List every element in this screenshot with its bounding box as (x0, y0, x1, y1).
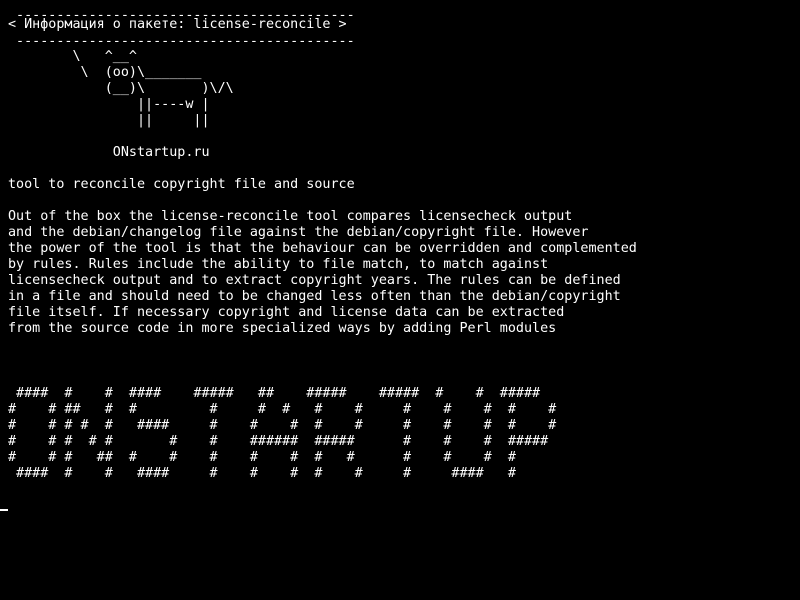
cow-art-line: \ (oo)\_______ (8, 65, 202, 80)
banner-art-line: # # # # # #### # # # # # # # # # # (8, 418, 557, 433)
cow-art-line: || || (8, 113, 210, 128)
banner-art-line: # # # ## # # # # # # # # # # # (8, 450, 516, 465)
cowsay-bubble-text: < Информация о пакете: license-reconcile… (8, 17, 347, 32)
description-line: the power of the tool is that the behavi… (8, 241, 637, 256)
banner-art-line: # # # # # # # ###### ##### # # # ##### (8, 434, 549, 449)
site-credit: ONstartup.ru (8, 145, 210, 160)
description-line: from the source code in more specialized… (8, 321, 557, 336)
description-line: Out of the box the license-reconcile too… (8, 209, 573, 224)
cow-art-line: \ ^__^ (8, 49, 137, 64)
description-line: and the debian/changelog file against th… (8, 225, 589, 240)
package-summary: tool to reconcile copyright file and sou… (8, 177, 355, 192)
terminal-screen[interactable]: ----------------------------------------… (0, 0, 800, 600)
description-line: file itself. If necessary copyright and … (8, 305, 565, 320)
description-line: in a file and should need to be changed … (8, 289, 621, 304)
cowsay-border-bottom: ----------------------------------------… (8, 34, 355, 49)
description-line: by rules. Rules include the ability to f… (8, 257, 549, 272)
banner-art-line: #### # # #### # # # # # # #### # (8, 466, 516, 481)
cow-art-line: ||----w | (8, 97, 210, 112)
cow-art-line: (__)\ )\/\ (8, 81, 234, 96)
banner-art-line: # # ## # # # # # # # # # # # # (8, 402, 557, 417)
description-line: licensecheck output and to extract copyr… (8, 273, 621, 288)
text-cursor (0, 509, 8, 511)
banner-art-line: #### # # #### ##### ## ##### ##### # # #… (8, 386, 541, 401)
